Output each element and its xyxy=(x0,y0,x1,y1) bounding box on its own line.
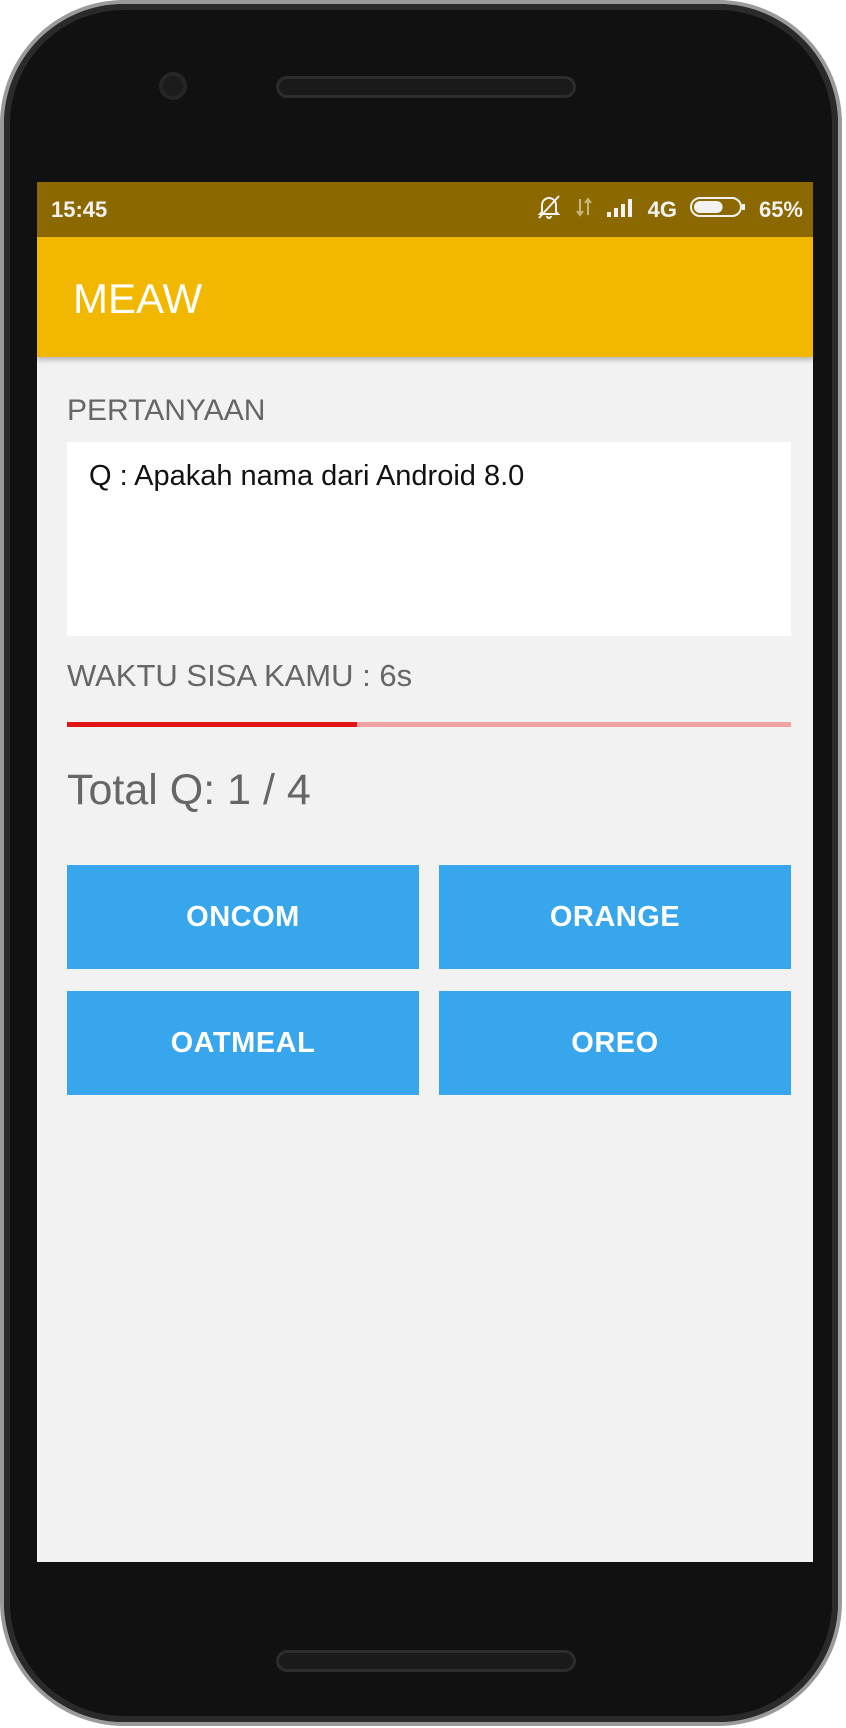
answer-button-oreo[interactable]: OREO xyxy=(439,991,791,1095)
battery-icon xyxy=(689,195,747,225)
phone-frame: 15:45 4G 65% MEAW PERTANYAAN Q: Apakah … xyxy=(4,4,838,1722)
timer-label: WAKTU SISA KAMU : 6s xyxy=(67,658,413,693)
status-time: 15:45 xyxy=(51,197,108,222)
status-bar: 15:45 4G 65% xyxy=(37,182,813,237)
network-type: 4G xyxy=(647,197,677,222)
bottom-speaker xyxy=(276,1650,576,1672)
battery-percent: 65% xyxy=(758,197,803,222)
answer-button-oatmeal[interactable]: OATMEAL xyxy=(67,991,419,1095)
signal-icon xyxy=(606,196,636,224)
app-title: MEAW xyxy=(73,275,203,322)
mute-bell-icon xyxy=(536,194,562,226)
total-question-counter: Total Q: 1 / 4 xyxy=(67,766,311,814)
earpiece-speaker xyxy=(276,76,576,98)
status-icons: 4G 65% xyxy=(536,194,803,226)
answer-button-orange[interactable]: ORANGE xyxy=(439,865,791,969)
app-screen: 15:45 4G 65% MEAW PERTANYAAN Q: Apakah … xyxy=(37,182,813,1562)
answer-button-oncom[interactable]: ONCOM xyxy=(67,865,419,969)
question-label: PERTANYAAN xyxy=(67,394,266,427)
front-camera xyxy=(159,72,187,100)
time-progress-fill xyxy=(67,722,357,727)
time-progress-bar xyxy=(67,722,791,727)
question-text: Q : Apakah nama dari Android 8.0 xyxy=(89,460,525,492)
app-bar: MEAW xyxy=(37,237,813,357)
question-box: Q : Apakah nama dari Android 8.0 xyxy=(67,442,791,636)
data-arrows-icon xyxy=(574,195,594,225)
